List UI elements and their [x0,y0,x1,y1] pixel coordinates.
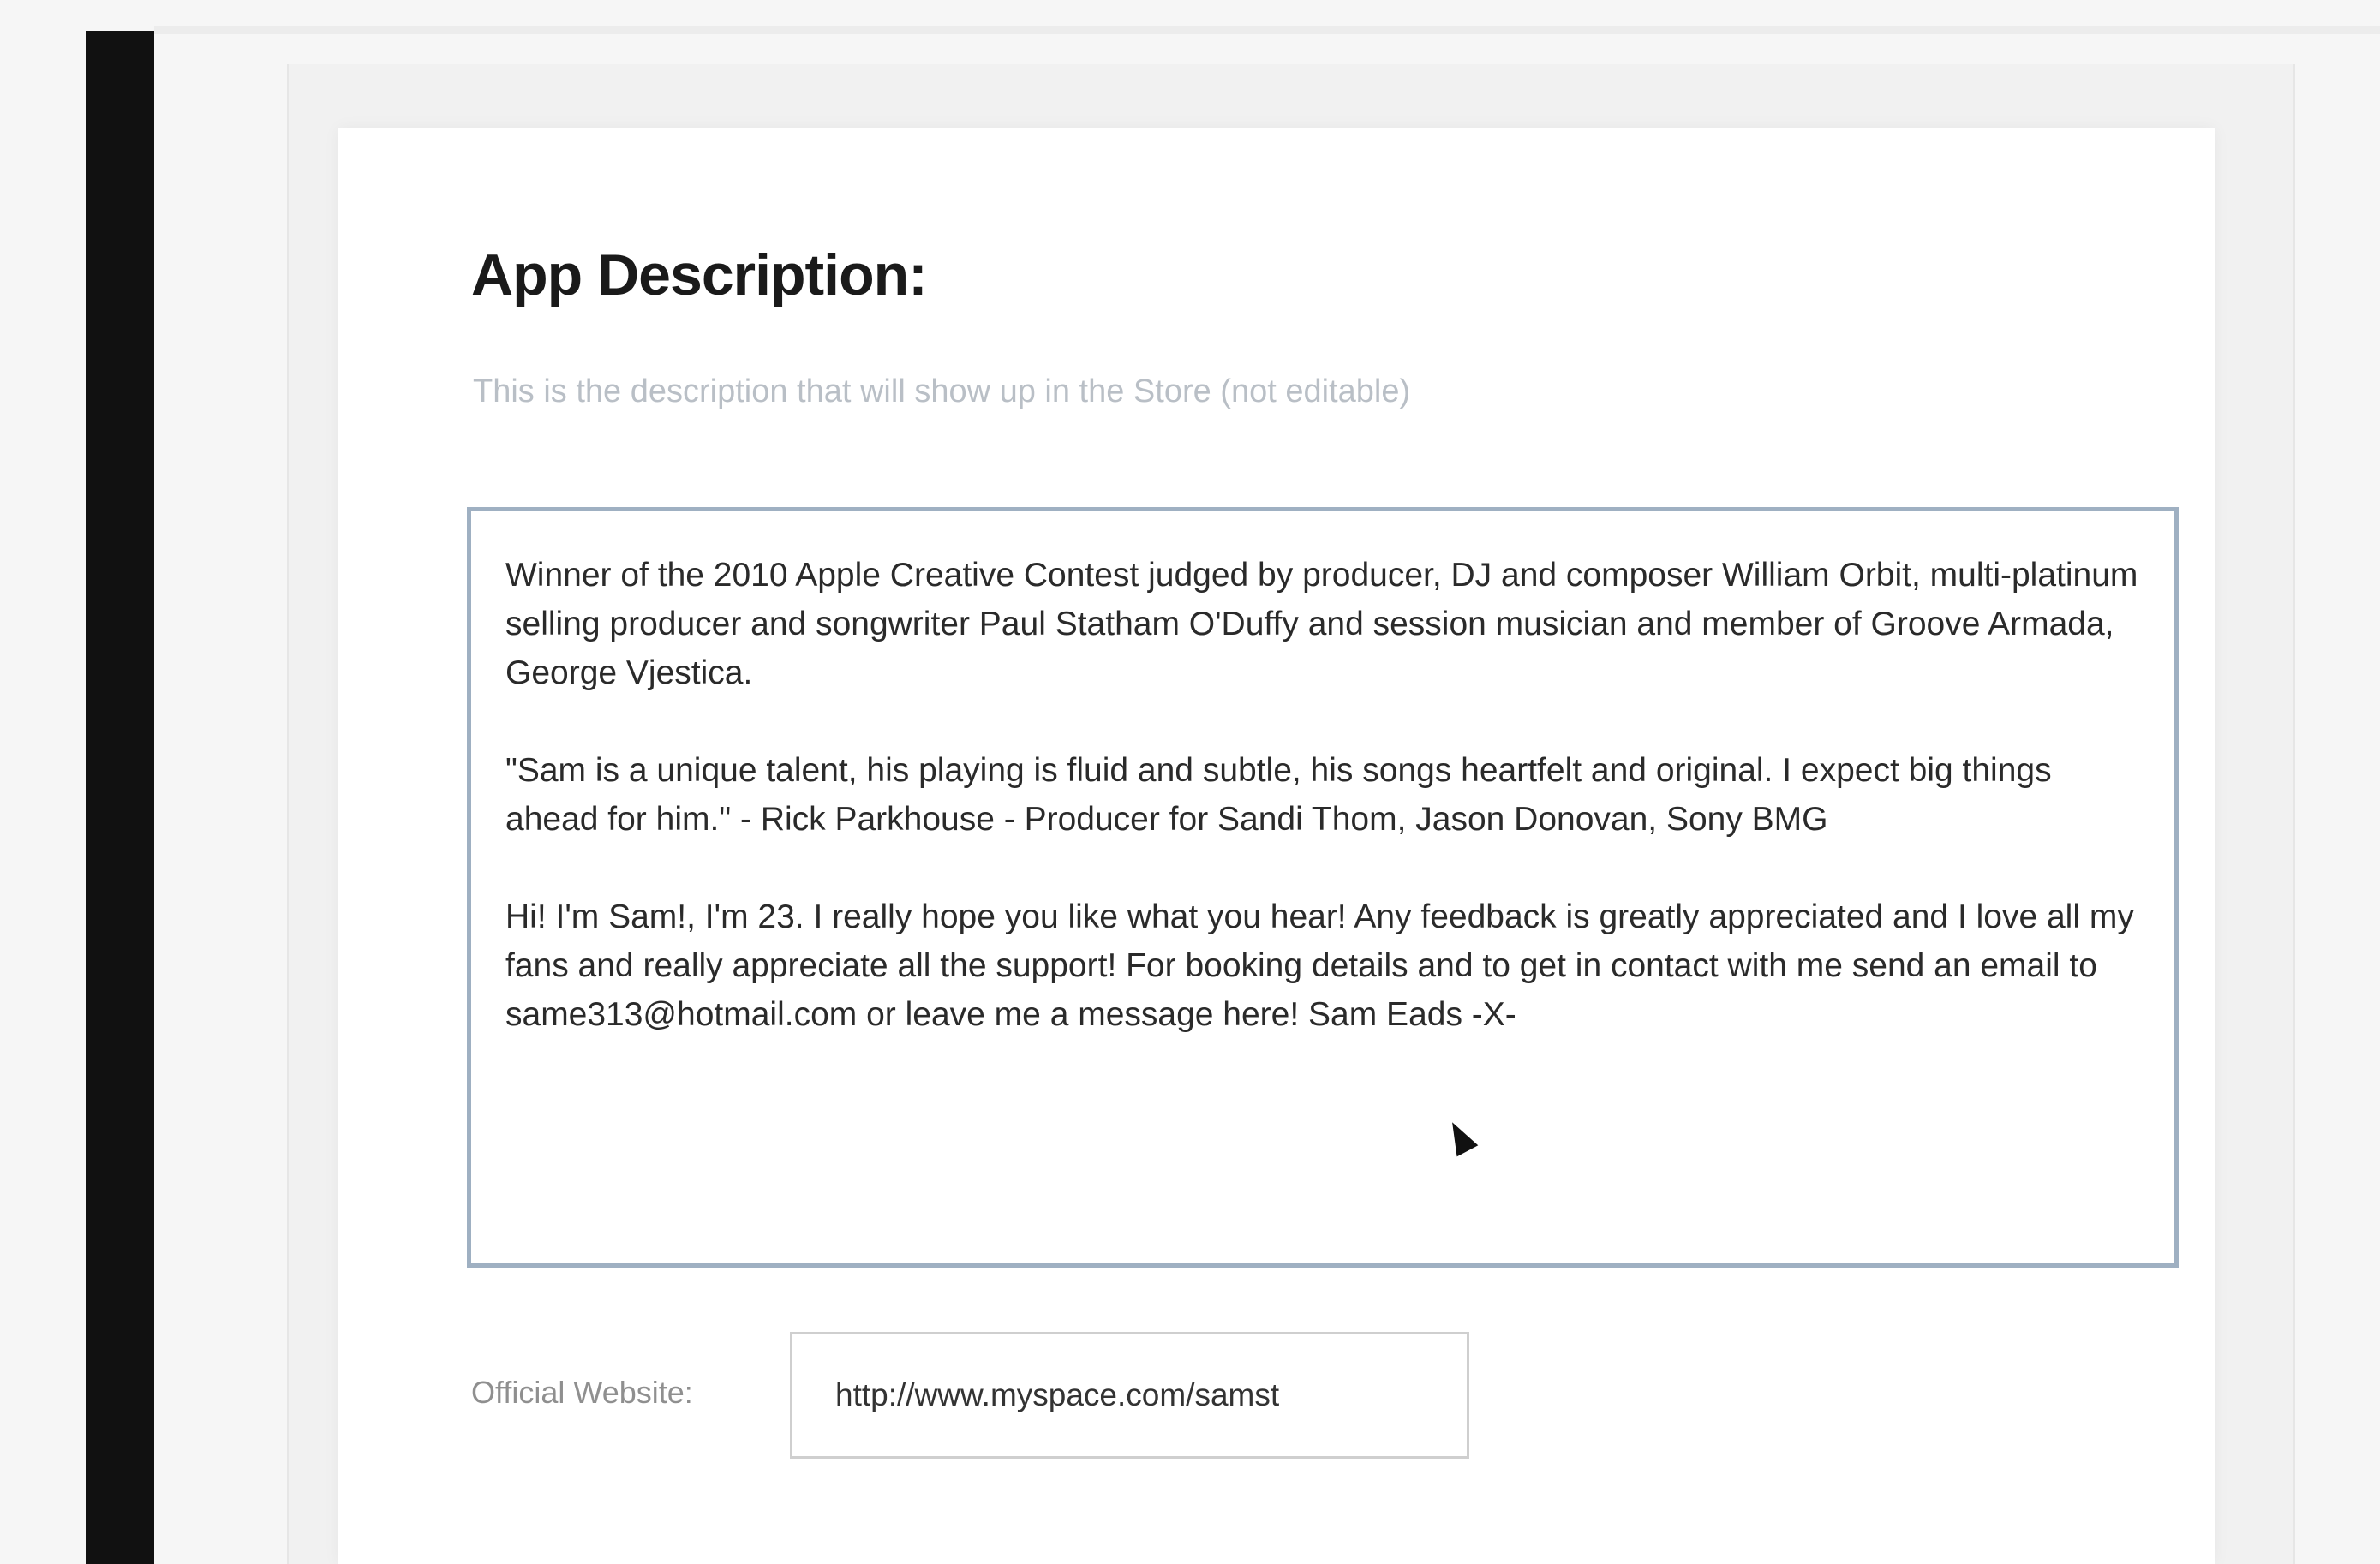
website-label: Official Website: [471,1375,693,1410]
description-paragraph-3: Hi! I'm Sam!, I'm 23. I really hope you … [505,898,2134,1033]
description-textarea[interactable]: Winner of the 2010 Apple Creative Contes… [467,507,2179,1268]
website-input[interactable] [790,1332,1469,1459]
description-paragraph-1: Winner of the 2010 Apple Creative Contes… [505,557,2138,691]
page-canvas: App Description: This is the description… [0,0,2380,1564]
page-subtitle: This is the description that will show u… [473,373,1411,409]
left-black-bar [86,31,154,1564]
top-divider [154,26,2380,34]
description-paragraph-2: "Sam is a unique talent, his playing is … [505,752,2052,838]
page-title: App Description: [471,242,928,307]
